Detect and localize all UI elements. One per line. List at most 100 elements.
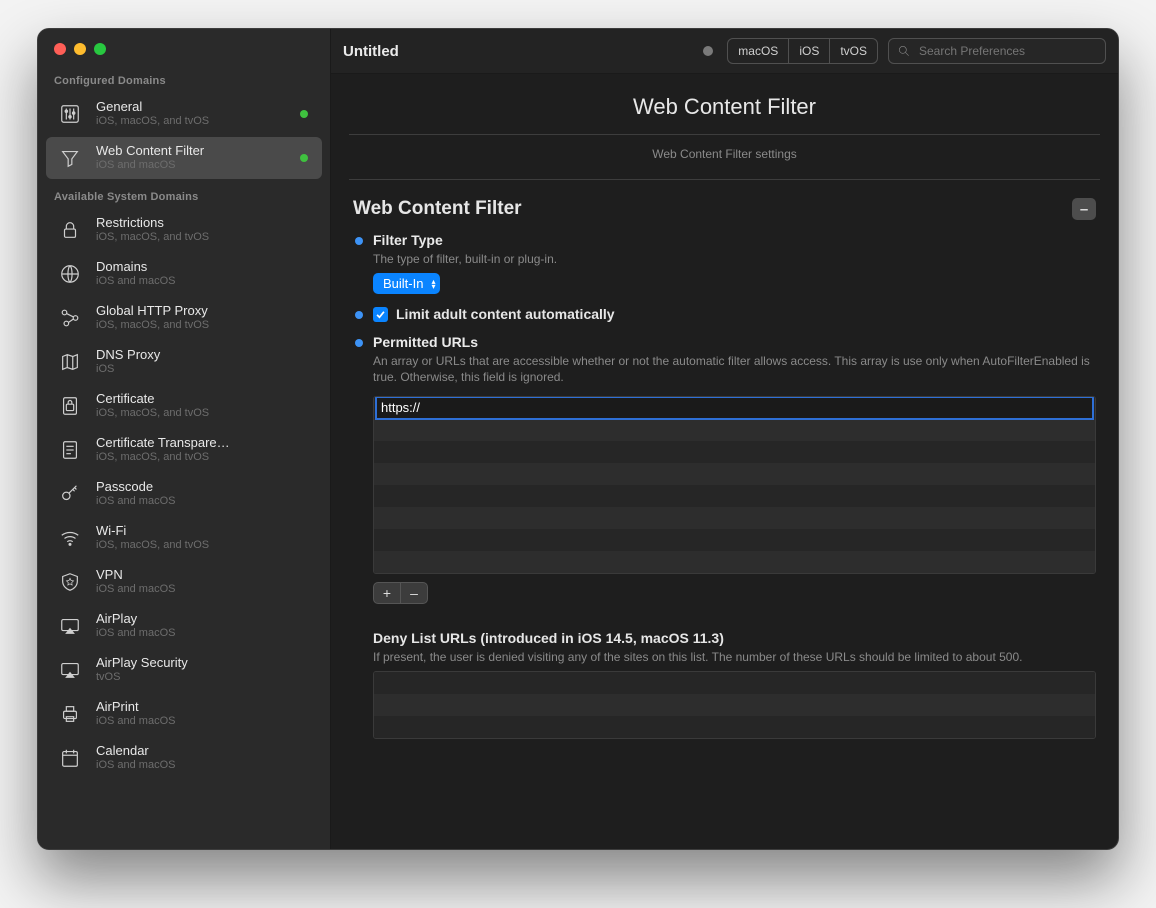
table-row[interactable] [374,419,1095,441]
sidebar-header-available: Available System Domains [38,181,330,207]
airplay-icon [56,656,84,684]
permitted-urls-desc: An array or URLs that are accessible whe… [373,353,1096,385]
map-icon [56,348,84,376]
sidebar-item-label: Certificate Transpare… [96,436,312,451]
filter-type-popup[interactable]: Built-In ▴▾ [373,273,440,294]
denylist-urls-table[interactable] [373,671,1096,739]
sidebar-item-airprint[interactable]: AirPrintiOS and macOS [46,693,322,735]
permitted-urls-label: Permitted URLs [373,334,1096,350]
table-row[interactable] [374,441,1095,463]
filter-type-value: Built-In [383,276,423,291]
filter-type-label: Filter Type [373,232,1096,248]
platform-segmented-control[interactable]: macOS iOS tvOS [727,38,878,64]
sidebar-item-global-http-proxy[interactable]: Global HTTP ProxyiOS, macOS, and tvOS [46,297,322,339]
cert-icon [56,392,84,420]
cert2-icon [56,436,84,464]
wifi-icon [56,524,84,552]
sidebar-item-sub: iOS, macOS, and tvOS [96,231,312,244]
section-web-content-filter: Web Content Filter – Filter Type The typ… [331,180,1118,743]
globe-icon [56,260,84,288]
status-indicator [300,110,308,118]
sidebar-item-calendar[interactable]: CalendariOS and macOS [46,737,322,779]
field-permitted-urls: Permitted URLs An array or URLs that are… [353,322,1096,739]
permitted-urls-stepper: + – [373,582,428,604]
field-filter-type: Filter Type The type of filter, built-in… [353,220,1096,294]
sidebar-header-configured: Configured Domains [38,65,330,91]
sidebar-item-label: DNS Proxy [96,348,312,363]
sidebar-item-sub: iOS, macOS, and tvOS [96,115,288,128]
status-indicator [300,154,308,162]
sidebar-item-sub: iOS and macOS [96,627,312,640]
table-row[interactable] [374,716,1095,738]
collapse-section-button[interactable]: – [1072,198,1096,220]
filter-type-desc: The type of filter, built-in or plug-in. [373,251,1096,267]
sliders-icon [56,100,84,128]
content-scroll[interactable]: Web Content Filter Web Content Filter se… [331,74,1118,849]
platform-tvos[interactable]: tvOS [830,39,877,63]
table-row[interactable] [374,529,1095,551]
main-area: Untitled macOS iOS tvOS Web Content Filt… [331,29,1118,849]
sidebar-item-restrictions[interactable]: RestrictionsiOS, macOS, and tvOS [46,209,322,251]
sidebar-item-label: Global HTTP Proxy [96,304,312,319]
sidebar-item-label: Calendar [96,744,312,759]
table-row[interactable] [374,463,1095,485]
sidebar-item-passcode[interactable]: PasscodeiOS and macOS [46,473,322,515]
sidebar-item-certificate-transpare-[interactable]: Certificate Transpare…iOS, macOS, and tv… [46,429,322,471]
sidebar-item-label: Domains [96,260,312,275]
sidebar-item-sub: iOS [96,363,312,376]
sidebar-item-sub: tvOS [96,671,312,684]
table-row[interactable] [374,672,1095,694]
search-icon [897,44,911,58]
key-icon [56,480,84,508]
app-window: Configured Domains GeneraliOS, macOS, an… [37,28,1119,850]
search-input[interactable] [917,43,1097,59]
sidebar-item-sub: iOS and macOS [96,495,312,508]
sidebar-item-domains[interactable]: DomainsiOS and macOS [46,253,322,295]
sidebar-item-vpn[interactable]: VPNiOS and macOS [46,561,322,603]
bullet-icon [355,237,363,245]
sidebar-item-sub: iOS, macOS, and tvOS [96,539,312,552]
sidebar-item-airplay[interactable]: AirPlayiOS and macOS [46,605,322,647]
sidebar-item-label: Passcode [96,480,312,495]
zoom-window-button[interactable] [94,43,106,55]
window-controls [38,29,330,65]
page-heading: Web Content Filter [349,74,1100,135]
unsaved-indicator [703,46,713,56]
add-url-button[interactable]: + [374,583,401,603]
sidebar-item-sub: iOS and macOS [96,583,312,596]
table-row[interactable] [374,694,1095,716]
sidebar-item-label: Restrictions [96,216,312,231]
toolbar: Untitled macOS iOS tvOS [331,29,1118,74]
table-row[interactable] [374,485,1095,507]
remove-url-button[interactable]: – [401,583,427,603]
close-window-button[interactable] [54,43,66,55]
table-row[interactable] [374,507,1095,529]
sidebar-item-sub: iOS, macOS, and tvOS [96,319,312,332]
sidebar-item-sub: iOS and macOS [96,715,312,728]
sidebar-item-wi-fi[interactable]: Wi-FiiOS, macOS, and tvOS [46,517,322,559]
sidebar-nav: GeneraliOS, macOS, and tvOSWeb Content F… [38,91,330,849]
calendar-icon [56,744,84,772]
sidebar: Configured Domains GeneraliOS, macOS, an… [38,29,331,849]
minimize-window-button[interactable] [74,43,86,55]
sidebar-item-label: Certificate [96,392,312,407]
checkmark-icon [375,309,386,320]
sidebar-item-general[interactable]: GeneraliOS, macOS, and tvOS [46,93,322,135]
permitted-urls-table[interactable] [373,396,1096,574]
platform-macos[interactable]: macOS [728,39,789,63]
bullet-icon [355,339,363,347]
limit-adult-checkbox[interactable] [373,307,388,322]
sidebar-item-web-content-filter[interactable]: Web Content FilteriOS and macOS [46,137,322,179]
permitted-url-input[interactable] [375,396,1094,420]
page-subheading: Web Content Filter settings [349,135,1100,180]
sidebar-item-airplay-security[interactable]: AirPlay SecuritytvOS [46,649,322,691]
search-field[interactable] [888,38,1106,64]
sidebar-item-certificate[interactable]: CertificateiOS, macOS, and tvOS [46,385,322,427]
table-row[interactable] [374,551,1095,573]
sidebar-item-label: AirPrint [96,700,312,715]
sidebar-item-sub: iOS and macOS [96,275,312,288]
denylist-label: Deny List URLs (introduced in iOS 14.5, … [373,630,1096,646]
document-title: Untitled [331,43,399,60]
platform-ios[interactable]: iOS [789,39,830,63]
sidebar-item-dns-proxy[interactable]: DNS ProxyiOS [46,341,322,383]
